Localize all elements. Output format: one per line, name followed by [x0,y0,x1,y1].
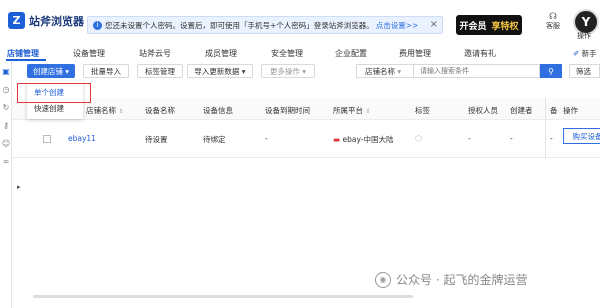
device-info-cell: 待绑定 [203,135,226,144]
remark-cell: - [550,134,553,143]
search-input[interactable] [414,64,540,78]
more-actions-button[interactable]: 更多操作 ▾ [261,64,315,78]
nav-invite-rewards[interactable]: 邀请有礼 [464,48,496,59]
beginner-guide-label: 新手 [581,49,597,58]
search-icon: ⚲ [548,66,554,76]
search-button[interactable]: ⚲ [540,64,562,78]
watermark-text: 公众号 · 起飞的金牌运营 [396,273,528,287]
headset-icon: ☊ [549,12,557,22]
nav-store-management[interactable]: 店铺管理 [7,48,39,59]
col-store-name-label: 店铺名称 [86,106,116,115]
import-update-button[interactable]: 导入更新数据 ▾ [187,64,253,78]
col-expiry: 设备到期时间 [265,106,310,115]
nav-member-management[interactable]: 成员管理 [205,48,237,59]
info-icon: i [93,20,102,30]
chevron-down-icon: ▾ [395,66,402,76]
chevron-down-icon: ▾ [239,66,246,76]
fixed-column-divider [545,98,546,158]
nav-device-management[interactable]: 设备管理 [73,48,105,59]
nav-cloud-number[interactable]: 站斧云号 [139,48,171,59]
col-store-name[interactable]: 店铺名称 ⇕ [86,105,123,116]
search-field-label: 店铺名称 [365,66,395,76]
filter-button[interactable]: 筛选 [569,64,600,78]
ebay-icon: ▬ [333,135,341,144]
customer-service-label: 客服 [546,22,560,30]
chevron-down-icon: ▾ [62,66,70,76]
customer-service-button[interactable]: ☊ 客服 [546,12,560,30]
operator-label: 操作 [577,32,591,40]
quick-create-item[interactable]: 快速创建 [27,102,83,116]
expiry-cell: - [265,134,268,143]
left-icon-rail: ▣ ◷ ↻ ⚷ ☺ ∞ [0,61,12,308]
link-icon[interactable]: ∞ [1,157,11,167]
pin-icon: ✐ [573,49,580,58]
watermark: ◉ 公众号 · 起飞的金牌运营 [375,271,527,288]
nav-security-management[interactable]: 安全管理 [271,48,303,59]
table-row: ebay11 待设置 待绑定 - ▬ ebay-中国大陆 ⬡ - - - 购买设… [12,120,600,158]
logo-text: 站斧浏览器 [29,14,84,28]
notice-text: 您还未设置个人密码。设置后，即可使用「手机号+个人密码」登录站斧浏览器。 [105,20,374,30]
horizontal-scrollbar[interactable] [33,295,413,298]
create-store-button[interactable]: 创建店铺 ▾ [27,64,75,78]
col-remark: 备 [550,106,558,115]
user-icon[interactable]: ☺ [1,139,11,149]
close-icon[interactable]: × [430,19,438,30]
platform-text: ebay-中国大陆 [342,135,394,144]
row-checkbox[interactable] [43,135,51,143]
set-password-link[interactable]: 点击设置>> [376,20,419,31]
col-tags: 标签 [415,106,430,115]
expand-arrow-icon[interactable]: ▸ [17,183,21,191]
col-actions: 操作 [563,106,578,115]
col-platform[interactable]: 所属平台 ⇕ [333,105,370,116]
vip-promo-button[interactable]: 开会员 享特权 [456,15,522,35]
top-header: Z 站斧浏览器 i 您还未设置个人密码。设置后，即可使用「手机号+个人密码」登录… [0,0,600,48]
col-creator: 创建者 [510,106,533,115]
tag-manage-button[interactable]: 标签管理 [137,64,183,78]
promo-text-secondary: 享特权 [491,21,519,32]
sort-icon: ⇕ [118,108,124,115]
key-icon[interactable]: ⚷ [1,121,11,131]
col-device-info: 设备信息 [203,106,233,115]
promo-text-primary: 开会员 [459,21,487,32]
nav-enterprise-config[interactable]: 企业配置 [335,48,367,59]
beginner-guide-link[interactable]: ✐ 新手 [573,48,597,59]
password-notice-bar: i 您还未设置个人密码。设置后，即可使用「手机号+个人密码」登录站斧浏览器。 点… [87,16,443,34]
platform-cell: ▬ ebay-中国大陆 [333,134,393,145]
nav-billing-management[interactable]: 费用管理 [399,48,431,59]
col-device-name: 设备名称 [145,106,175,115]
create-store-label: 创建店铺 [32,66,63,76]
batch-import-button[interactable]: 批量导入 [83,64,129,78]
tag-icon: ⬡ [415,134,422,143]
table-header: 店铺名称 ⇕ 设备名称 设备信息 设备到期时间 所属平台 ⇕ 标签 授权人员 创… [12,98,600,120]
store-name-link[interactable]: ebay11 [68,134,96,143]
col-platform-label: 所属平台 [333,106,363,115]
history-icon[interactable]: ◷ [1,85,11,95]
chevron-down-icon: ▾ [299,66,307,76]
search-field-select[interactable]: 店铺名称 ▾ [356,64,414,78]
logo-mark: Z [8,12,25,29]
sort-icon: ⇕ [365,108,371,115]
col-authorized: 授权人员 [468,106,498,115]
creator-cell: - [510,134,513,143]
import-update-label: 导入更新数据 [194,66,240,76]
main-nav: 店铺管理 设备管理 站斧云号 成员管理 安全管理 企业配置 费用管理 邀请有礼 … [0,46,600,61]
app-logo[interactable]: Z 站斧浏览器 [8,12,84,29]
refresh-icon[interactable]: ↻ [1,103,11,113]
buy-device-button[interactable]: 购买设备 [563,128,600,144]
highlight-box [17,83,91,103]
more-actions-label: 更多操作 [269,66,300,76]
toolbar: 创建店铺 ▾ 批量导入 标签管理 导入更新数据 ▾ 更多操作 ▾ 店铺名称 ▾ … [0,61,600,81]
device-name-cell: 待设置 [145,135,168,144]
tag-cell[interactable]: ⬡ [415,134,422,143]
authorized-cell: - [468,134,471,143]
wechat-icon: ◉ [375,271,391,288]
